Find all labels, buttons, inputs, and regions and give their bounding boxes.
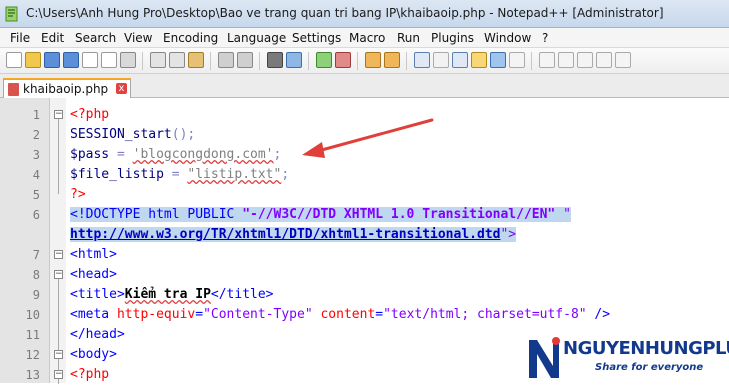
watermark-logo: NGUYENHUNGPLUS Share for everyone (527, 334, 729, 382)
brand-name: NGUYENHUNGPLUS (563, 338, 729, 359)
annotation-arrow (302, 118, 434, 158)
logo-mark-icon (529, 337, 560, 378)
brand-slogan: Share for everyone (595, 362, 704, 373)
